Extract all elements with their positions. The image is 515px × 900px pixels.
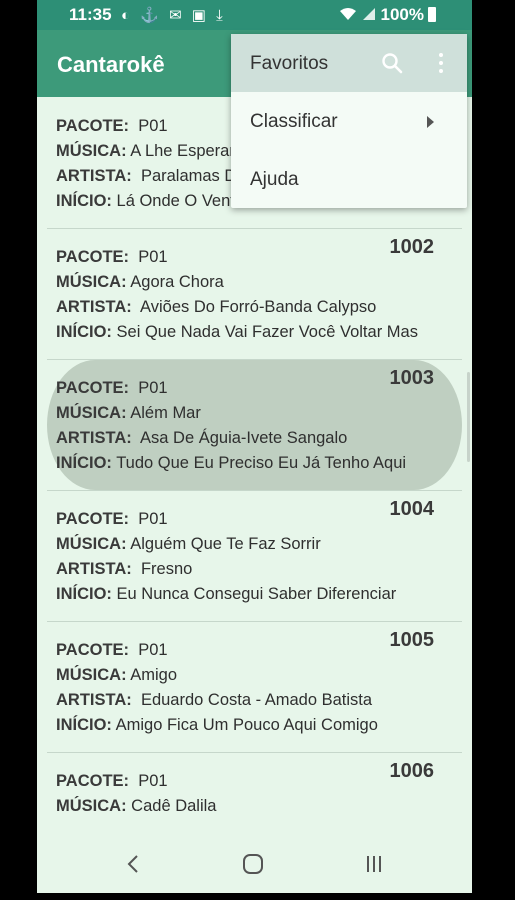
song-number: 1004 <box>389 498 435 520</box>
package-line: PACOTE: P01 <box>56 117 168 135</box>
triangle-right-icon <box>427 116 434 128</box>
menu-item-favoritos[interactable]: Favoritos <box>231 34 467 92</box>
status-time: 11:35 <box>69 5 112 24</box>
song-number: 1005 <box>389 629 435 651</box>
package-line: PACOTE: P01 <box>56 379 168 397</box>
song-number: 1003 <box>389 367 435 389</box>
artist-line: ARTISTA: Asa De Águia-Ivete Sangalo <box>56 429 348 447</box>
phone-screen: 11:35 ◐ ⚓ ✉ ▣ ⤓ 100% Cantarokê PACOTE: P… <box>37 0 472 893</box>
start-line: INÍCIO: Tudo Que Eu Preciso Eu Já Tenho … <box>56 454 407 472</box>
battery-level: 100% <box>380 5 424 24</box>
artist-line: ARTISTA: Eduardo Costa - Amado Batista <box>56 691 373 709</box>
song-line: MÚSICA: Amigo <box>56 666 178 684</box>
song-line: MÚSICA: Agora Chora <box>56 273 224 291</box>
song-line: MÚSICA: Além Mar <box>56 404 201 422</box>
package-line: PACOTE: P01 <box>56 248 168 266</box>
song-line: MÚSICA: A Lhe Esperar <box>56 142 235 160</box>
song-item[interactable]: PACOTE: P01 MÚSICA: Cadê Dalila 1006 <box>47 752 462 835</box>
song-item[interactable]: PACOTE: P01 MÚSICA: Amigo ARTISTA: Eduar… <box>47 621 462 753</box>
song-item[interactable]: PACOTE: P01 MÚSICA: Agora Chora ARTISTA:… <box>47 228 462 360</box>
status-right: 100% <box>339 5 436 25</box>
battery-icon <box>428 7 436 22</box>
system-nav-bar <box>37 835 472 893</box>
app-title: Cantarokê <box>57 52 165 77</box>
notification-icons: ◐ ⚓ ✉ ▣ ⤓ <box>121 7 226 24</box>
more-vert-icon[interactable] <box>436 52 446 74</box>
menu-item-label: Ajuda <box>250 169 299 190</box>
artist-line: ARTISTA: Fresno <box>56 560 193 578</box>
wifi-icon <box>340 8 357 20</box>
package-line: PACOTE: P01 <box>56 772 168 790</box>
song-line: MÚSICA: Cadê Dalila <box>56 797 217 815</box>
menu-item-ajuda[interactable]: Ajuda <box>231 150 467 208</box>
artist-line: ARTISTA: Aviões Do Forró-Banda Calypso <box>56 298 377 316</box>
song-item-selected[interactable]: PACOTE: P01 MÚSICA: Além Mar ARTISTA: As… <box>47 359 462 491</box>
recents-icon[interactable] <box>354 847 394 881</box>
song-item[interactable]: PACOTE: P01 MÚSICA: Alguém Que Te Faz So… <box>47 490 462 622</box>
package-line: PACOTE: P01 <box>56 641 168 659</box>
start-line: INÍCIO: Amigo Fica Um Pouco Aqui Comigo <box>56 716 378 734</box>
menu-item-label: Favoritos <box>250 53 329 74</box>
overflow-menu: Favoritos Classificar Ajuda <box>231 34 467 208</box>
start-line: INÍCIO: Sei Que Nada Vai Fazer Você Volt… <box>56 323 418 341</box>
back-icon[interactable] <box>113 847 153 881</box>
home-icon[interactable] <box>233 847 273 881</box>
start-line: INÍCIO: Eu Nunca Consegui Saber Diferenc… <box>56 585 397 603</box>
song-number: 1006 <box>389 760 435 782</box>
menu-item-classificar[interactable]: Classificar <box>231 92 467 150</box>
scrollbar[interactable] <box>467 372 470 462</box>
song-line: MÚSICA: Alguém Que Te Faz Sorrir <box>56 535 321 553</box>
status-bar: 11:35 ◐ ⚓ ✉ ▣ ⤓ 100% <box>37 0 472 30</box>
song-number: 1002 <box>389 236 435 258</box>
package-line: PACOTE: P01 <box>56 510 168 528</box>
menu-item-label: Classificar <box>250 111 338 132</box>
signal-icon <box>362 8 375 20</box>
search-icon[interactable] <box>380 51 404 75</box>
